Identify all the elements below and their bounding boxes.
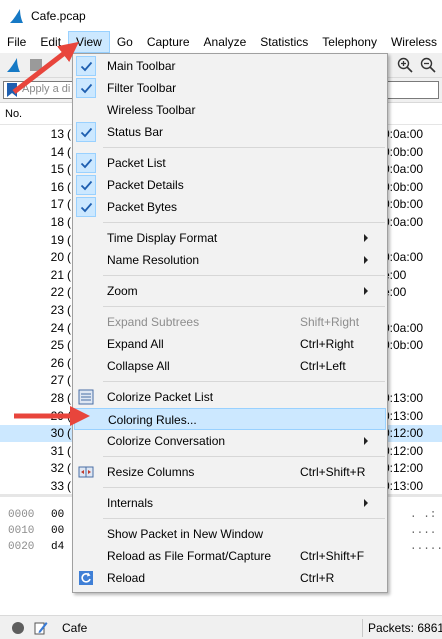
arrow-to-view-menu xyxy=(12,41,79,94)
annotation-arrows xyxy=(12,41,90,426)
wireshark-window: Cafe.pcap File Edit View Go Capture Analyze St… xyxy=(0,0,442,639)
